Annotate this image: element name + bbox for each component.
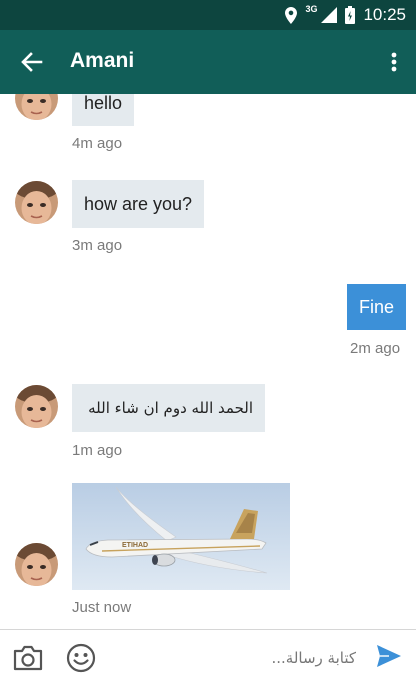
message-bubble[interactable]: hello	[72, 94, 135, 126]
network-type-label: 3G	[305, 4, 318, 14]
camera-icon	[13, 645, 43, 671]
more-vertical-icon	[391, 52, 397, 72]
message-timestamp: 1m ago	[72, 442, 123, 459]
status-icons: 3G 10:25	[285, 4, 406, 26]
app-bar: Amani	[0, 30, 416, 94]
message-input[interactable]	[110, 640, 356, 676]
status-bar: 3G 10:25	[0, 0, 416, 30]
message-timestamp: 4m ago	[72, 135, 123, 152]
message-timestamp: 3m ago	[72, 237, 123, 254]
battery-icon	[345, 6, 356, 24]
message-list[interactable]: hello 4m ago how are you? 3m ago Fine 2m…	[0, 94, 416, 628]
camera-button[interactable]	[12, 644, 44, 672]
signal-icon	[321, 7, 338, 23]
composer-bar	[0, 629, 416, 684]
send-button[interactable]	[376, 644, 404, 672]
contact-avatar[interactable]	[15, 543, 58, 586]
location-pin-icon	[285, 6, 298, 24]
message-timestamp: 2m ago	[350, 340, 401, 357]
message-text: how are you?	[84, 193, 193, 214]
contact-avatar[interactable]	[15, 181, 58, 224]
send-icon	[377, 645, 401, 667]
back-button[interactable]	[14, 44, 50, 80]
overflow-menu-button[interactable]	[382, 46, 406, 78]
chat-title: Amani	[70, 49, 135, 72]
message-text: Fine	[359, 296, 395, 317]
message-text: الحمد الله دوم ان شاء الله	[88, 399, 253, 417]
message-bubble[interactable]: الحمد الله دوم ان شاء الله	[72, 384, 265, 432]
contact-avatar[interactable]	[15, 94, 58, 120]
image-message[interactable]: ETIHAD	[72, 483, 290, 590]
smiley-icon	[66, 643, 96, 673]
status-time: 10:25	[363, 5, 406, 24]
message-timestamp: Just now	[72, 599, 132, 616]
message-bubble-outgoing[interactable]: Fine	[347, 284, 407, 330]
message-bubble[interactable]: how are you?	[72, 180, 205, 228]
contact-avatar[interactable]	[15, 385, 58, 428]
plane-livery-text: ETIHAD	[122, 542, 148, 549]
arrow-back-icon	[21, 52, 43, 72]
message-text: hello	[84, 94, 123, 113]
emoji-button[interactable]	[66, 643, 96, 673]
